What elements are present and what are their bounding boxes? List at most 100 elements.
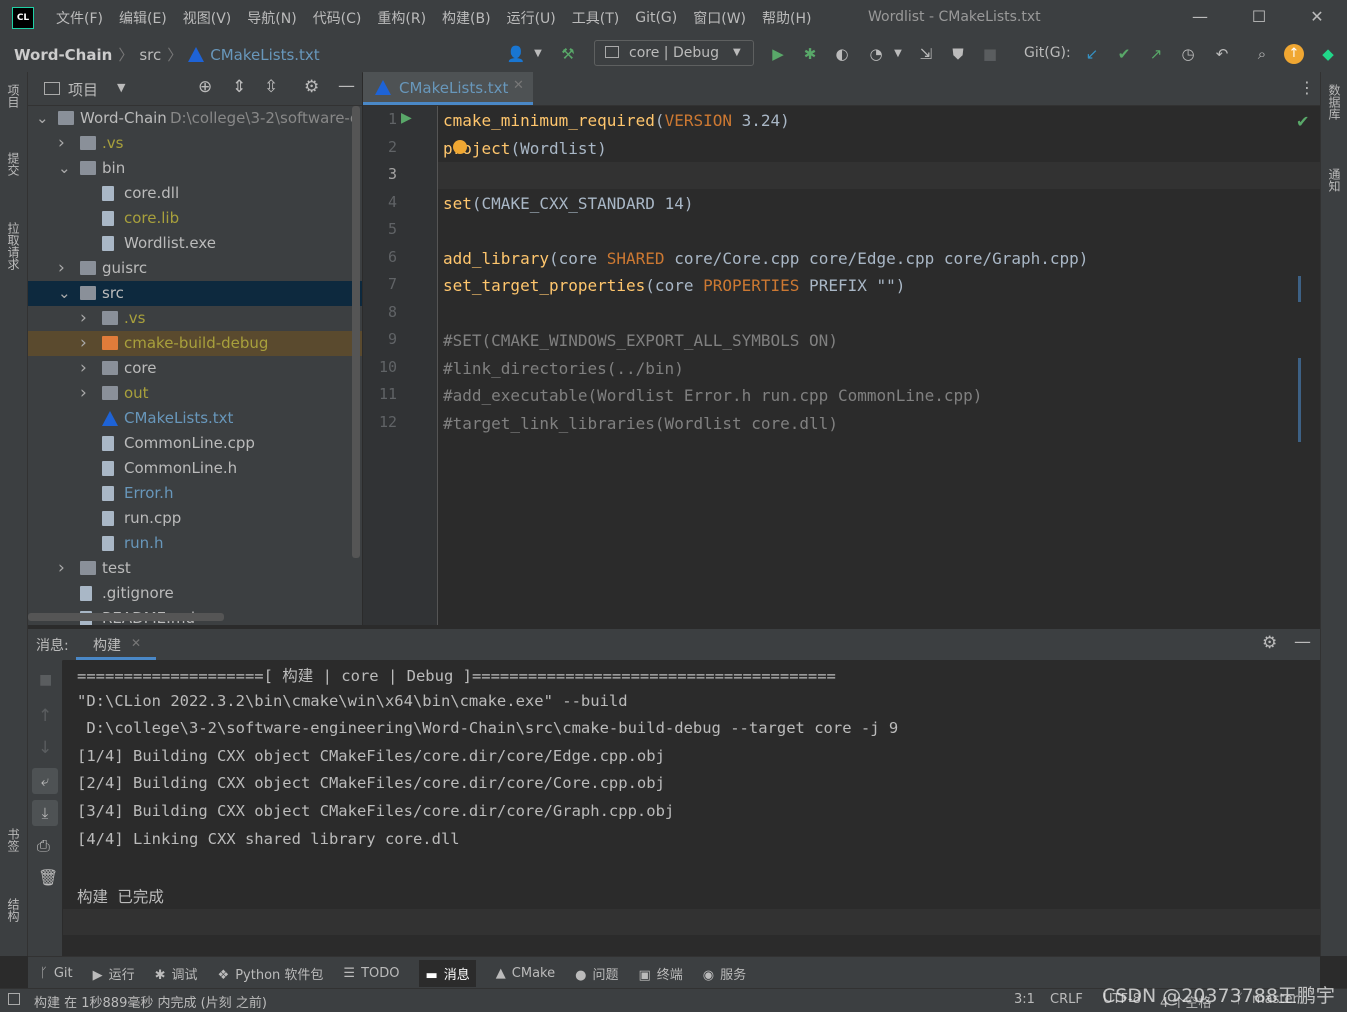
more-options-icon[interactable]: ⋮	[1299, 78, 1315, 97]
chevron-down-icon[interactable]: ▼	[528, 44, 548, 64]
shield-icon[interactable]: ⛊	[948, 44, 968, 64]
locate-icon[interactable]: ⊕	[198, 77, 212, 97]
tree-item[interactable]: › out	[28, 381, 362, 406]
caret-position[interactable]: 3:1	[1014, 992, 1035, 1007]
tree-item[interactable]: › test	[28, 556, 362, 581]
print-icon[interactable]: ⎙	[37, 836, 50, 856]
menu-item[interactable]: 视图(V)	[183, 8, 232, 28]
chevron-right-icon[interactable]: ›	[58, 256, 70, 281]
tool-tab-git[interactable]: ᚴ Git	[40, 966, 73, 981]
arrow-up-icon[interactable]: ↑	[38, 706, 52, 726]
horizontal-scrollbar[interactable]	[28, 613, 224, 621]
vertical-scrollbar[interactable]	[352, 106, 360, 558]
toggle-tool-windows-icon[interactable]	[8, 993, 20, 1005]
chevron-right-icon[interactable]: ›	[58, 131, 70, 156]
menu-item[interactable]: 代码(C)	[313, 8, 362, 28]
tree-item[interactable]: › core	[28, 356, 362, 381]
gear-icon[interactable]: ⚙	[304, 77, 319, 97]
trash-icon[interactable]: 🗑	[38, 868, 58, 887]
menu-item[interactable]: 文件(F)	[56, 8, 103, 28]
menu-item[interactable]: 编辑(E)	[119, 8, 167, 28]
chevron-right-icon[interactable]: ›	[80, 306, 92, 331]
tree-item[interactable]: CommonLine.h	[28, 456, 362, 481]
tree-item[interactable]: Error.h	[28, 481, 362, 506]
tree-item[interactable]: CommonLine.cpp	[28, 431, 362, 456]
stop-icon[interactable]: ■	[39, 672, 52, 688]
tree-item[interactable]: CMakeLists.txt	[28, 406, 362, 431]
scroll-to-end-icon[interactable]: ⤓	[32, 800, 58, 826]
update-icon[interactable]: ↑	[1284, 44, 1304, 64]
menu-item[interactable]: Git(G)	[635, 10, 677, 26]
bulb-icon[interactable]	[453, 140, 467, 154]
tool-tab-problems[interactable]: ● 问题	[575, 964, 618, 983]
tool-tab-commit[interactable]: 提交	[5, 152, 22, 176]
no-problems-check-icon[interactable]: ✔	[1296, 112, 1309, 131]
attach-process-icon[interactable]: ⇲	[916, 44, 936, 64]
minimize-button[interactable]: —	[1187, 6, 1213, 28]
project-panel-title[interactable]: 项目	[68, 79, 98, 100]
soft-wrap-icon[interactable]: ⤶	[32, 768, 58, 794]
line-ending[interactable]: CRLF	[1050, 992, 1083, 1007]
chevron-down-icon[interactable]: ▼	[888, 44, 908, 64]
tree-item[interactable]: › guisrc	[28, 256, 362, 281]
tool-tab-cmake[interactable]: ▲ CMake	[496, 966, 555, 981]
search-icon[interactable]: ⌕	[1252, 44, 1272, 64]
tree-item[interactable]: › cmake-build-debug	[28, 331, 362, 356]
chevron-right-icon[interactable]: ›	[80, 331, 92, 356]
hide-panel-icon[interactable]: —	[1294, 632, 1311, 652]
close-tab-icon[interactable]: ✕	[131, 636, 141, 650]
clion-logo-icon[interactable]: CL	[12, 7, 34, 29]
tree-item[interactable]: Wordlist.exe	[28, 231, 362, 256]
rollback-icon[interactable]: ↶	[1212, 44, 1232, 64]
collapse-all-icon[interactable]: ⇳	[264, 77, 278, 97]
tree-item[interactable]: .gitignore	[28, 581, 362, 606]
history-icon[interactable]: ◷	[1178, 44, 1198, 64]
code-editor[interactable]: cmake_minimum_required(VERSION 3.24) proj…	[438, 106, 1320, 625]
tool-tab-bookmarks[interactable]: 书签	[5, 828, 22, 852]
tool-tab-services[interactable]: ◉ 服务	[703, 964, 746, 983]
jetbrains-toolbox-icon[interactable]: ◆	[1318, 44, 1338, 64]
close-tab-icon[interactable]: ✕	[513, 78, 524, 93]
breadcrumb-folder[interactable]: src	[139, 46, 161, 64]
menu-item[interactable]: 窗口(W)	[693, 8, 746, 28]
git-update-icon[interactable]: ↙	[1082, 44, 1102, 64]
git-push-icon[interactable]: ↗	[1146, 44, 1166, 64]
menu-item[interactable]: 构建(B)	[442, 8, 491, 28]
tool-tab-project[interactable]: 项目	[5, 84, 22, 108]
editor-tab-cmakelists[interactable]: CMakeLists.txt ✕	[363, 72, 533, 105]
tool-tab-run[interactable]: ▶ 运行	[93, 964, 135, 983]
chevron-right-icon[interactable]: ›	[80, 381, 92, 406]
tree-item[interactable]: run.h	[28, 531, 362, 556]
menu-item[interactable]: 帮助(H)	[762, 8, 811, 28]
arrow-down-icon[interactable]: ↓	[38, 738, 52, 758]
tree-item[interactable]: ⌄ bin	[28, 156, 362, 181]
menu-item[interactable]: 工具(T)	[572, 8, 619, 28]
tool-tab-structure[interactable]: 结构	[5, 898, 22, 922]
tool-tab-todo[interactable]: ☰ TODO	[343, 966, 399, 981]
tool-tab-debug[interactable]: ✱ 调试	[155, 964, 198, 983]
chevron-right-icon[interactable]: ›	[80, 356, 92, 381]
tree-item[interactable]: core.dll	[28, 181, 362, 206]
profiler-icon[interactable]: ◔	[866, 44, 886, 64]
user-icon[interactable]: 👤	[506, 44, 526, 64]
chevron-down-icon[interactable]: ⌄	[58, 281, 71, 306]
chevron-right-icon[interactable]: ›	[58, 556, 70, 581]
tool-tab-database[interactable]: 数据库	[1326, 84, 1343, 120]
tool-tab-notifications[interactable]: 通知	[1326, 168, 1343, 192]
gear-icon[interactable]: ⚙	[1262, 633, 1277, 653]
run-gutter-icon[interactable]: ▶	[401, 110, 412, 126]
close-window-button[interactable]: ✕	[1304, 6, 1330, 28]
breadcrumb-project[interactable]: Word-Chain	[14, 46, 112, 64]
chevron-down-icon[interactable]: ⌄	[36, 106, 49, 131]
build-tab[interactable]: 构建 ✕	[76, 629, 156, 660]
expand-all-icon[interactable]: ⇕	[232, 77, 246, 97]
status-message[interactable]: 构建 在 1秒889毫秒 内完成 (片刻 之前)	[34, 992, 267, 1011]
tree-item[interactable]: ⌄ src	[28, 281, 362, 306]
tool-tab-terminal[interactable]: ▣ 终端	[638, 964, 682, 983]
run-icon[interactable]: ▶	[768, 44, 788, 64]
menu-item[interactable]: 导航(N)	[247, 8, 296, 28]
menu-item[interactable]: 运行(U)	[507, 8, 556, 28]
debug-icon[interactable]: ✱	[800, 44, 820, 64]
tool-tab-pull-requests[interactable]: 拉取请求	[5, 222, 22, 270]
tree-item[interactable]: core.lib	[28, 206, 362, 231]
